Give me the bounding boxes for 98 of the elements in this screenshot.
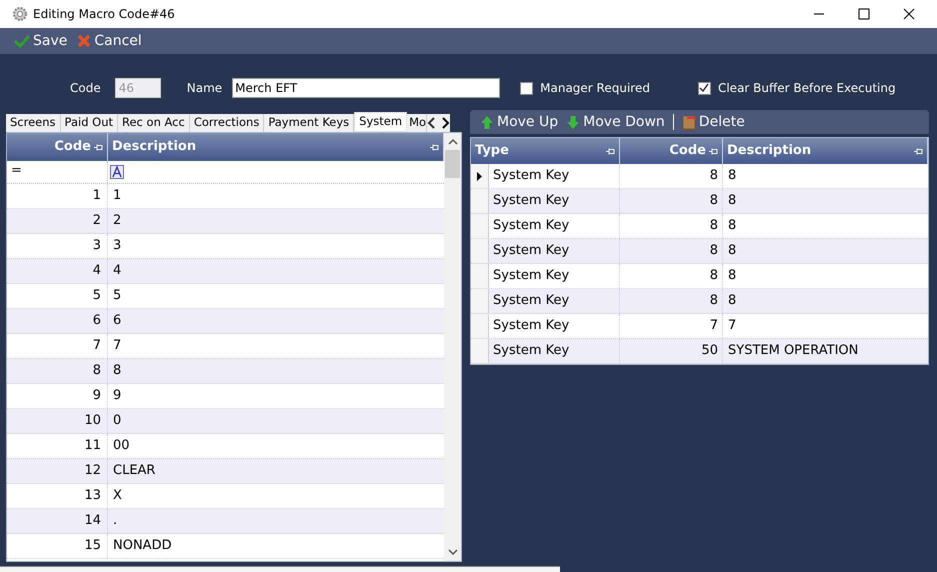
arrow-down-icon bbox=[566, 114, 580, 130]
table-cell-text: 1 bbox=[112, 187, 122, 205]
table-cell: 8 bbox=[620, 189, 723, 213]
table-cell-text: 8 bbox=[727, 267, 738, 285]
table-cell-text: 8 bbox=[727, 192, 738, 210]
tab-scroll-left-icon[interactable] bbox=[427, 117, 438, 129]
table-cell-text: 0 bbox=[112, 412, 122, 430]
pin-icon[interactable] bbox=[94, 144, 103, 150]
table-cell: 6 bbox=[7, 309, 108, 333]
table-cell: 7 bbox=[620, 314, 723, 338]
window-title: Editing Macro Code#46 bbox=[33, 6, 175, 23]
delete-icon bbox=[682, 114, 696, 130]
move-up-button[interactable]: Move Up bbox=[480, 112, 558, 132]
table-cell: 8 bbox=[620, 239, 723, 263]
table-cell: 4 bbox=[7, 259, 108, 283]
table-cell: System Key bbox=[489, 339, 620, 363]
pin-icon[interactable] bbox=[606, 148, 615, 154]
maximize-icon[interactable] bbox=[858, 8, 870, 20]
tab[interactable]: Rec on Acc bbox=[118, 114, 190, 132]
table-cell-text: 6 bbox=[112, 312, 122, 330]
pin-icon[interactable] bbox=[430, 144, 439, 150]
table-cell-text: 00 bbox=[112, 437, 131, 455]
scrollbar[interactable] bbox=[444, 133, 461, 561]
check-icon bbox=[14, 34, 30, 48]
close-icon bbox=[77, 34, 92, 48]
table-cell: 50 bbox=[620, 339, 723, 363]
table-cell-text: 8 bbox=[727, 167, 738, 185]
table-cell-text: 7 bbox=[727, 317, 738, 335]
name-field[interactable]: Merch EFT bbox=[232, 78, 500, 98]
table-cell-text: 5 bbox=[112, 287, 122, 305]
column-header[interactable]: Code bbox=[7, 133, 108, 161]
table-cell: 8 bbox=[7, 359, 108, 383]
table-cell-text: 8 bbox=[112, 362, 122, 380]
row-indicator[interactable] bbox=[471, 164, 489, 188]
table-cell-text: 2 bbox=[112, 212, 122, 230]
close-icon[interactable] bbox=[903, 8, 915, 20]
table-cell-text: 3 bbox=[112, 237, 122, 255]
tab[interactable]: Mo bbox=[407, 114, 428, 132]
tab[interactable]: Corrections bbox=[190, 114, 264, 132]
table-cell: System Key bbox=[489, 189, 620, 213]
delete-button[interactable]: Delete bbox=[682, 112, 745, 132]
table-cell: System Key bbox=[489, 264, 620, 288]
table-cell: System Key bbox=[489, 214, 620, 238]
table-cell: System Key bbox=[489, 289, 620, 313]
table-cell-text: X bbox=[112, 487, 123, 505]
filter-text-icon[interactable] bbox=[110, 165, 124, 179]
table-cell: 11 bbox=[7, 434, 108, 458]
cancel-button[interactable]: Cancel bbox=[77, 30, 142, 52]
table-cell: 10 bbox=[7, 409, 108, 433]
table-cell-text: SYSTEM OPERATION bbox=[727, 342, 860, 360]
table-cell: 7 bbox=[7, 334, 108, 358]
table-cell: 2 bbox=[7, 209, 108, 233]
table-cell: 3 bbox=[7, 234, 108, 258]
tab[interactable]: System bbox=[354, 112, 408, 132]
checkbox[interactable] bbox=[698, 82, 711, 94]
table-cell: 14 bbox=[7, 509, 108, 533]
table-cell-text: 9 bbox=[112, 387, 122, 405]
table-cell: 8 bbox=[620, 289, 723, 313]
table-cell-text: 8 bbox=[727, 217, 738, 235]
gear-icon bbox=[12, 6, 28, 22]
pin-icon[interactable] bbox=[914, 148, 923, 154]
table-cell: 8 bbox=[620, 164, 723, 188]
tab[interactable]: Screens bbox=[6, 114, 61, 132]
current-row-icon bbox=[477, 172, 482, 180]
table-cell: 13 bbox=[7, 484, 108, 508]
table-cell: 5 bbox=[7, 284, 108, 308]
move-down-button[interactable]: Move Down bbox=[566, 112, 665, 132]
table-cell-text: 7 bbox=[112, 337, 122, 355]
table-cell-text: . bbox=[112, 512, 118, 530]
scroll-thumb[interactable] bbox=[445, 150, 460, 178]
table-cell: 8 bbox=[620, 264, 723, 288]
field-label: Code bbox=[70, 80, 101, 97]
table-cell-text: 4 bbox=[112, 262, 122, 280]
tab-scroll-right-icon[interactable] bbox=[440, 117, 450, 129]
checkbox[interactable] bbox=[520, 82, 534, 94]
arrow-up-icon bbox=[480, 114, 494, 130]
scroll-up-icon[interactable] bbox=[448, 137, 458, 147]
table-cell: System Key bbox=[489, 164, 620, 188]
field-label: Name bbox=[186, 80, 222, 97]
table-cell: 12 bbox=[7, 459, 108, 483]
table-cell-text: CLEAR bbox=[112, 462, 156, 480]
pin-icon[interactable] bbox=[709, 148, 718, 154]
table-cell-text: 8 bbox=[727, 242, 738, 260]
table-cell: 8 bbox=[620, 214, 723, 238]
table-cell-text: 8 bbox=[727, 292, 738, 310]
filter-operator[interactable]: = bbox=[7, 161, 27, 183]
checkbox-label: Clear Buffer Before Executing bbox=[718, 80, 896, 97]
table-cell: System Key bbox=[489, 239, 620, 263]
table-cell: 15 bbox=[7, 534, 108, 558]
table-cell: 9 bbox=[7, 384, 108, 408]
scroll-down-icon[interactable] bbox=[448, 547, 458, 557]
table-cell: 1 bbox=[7, 184, 108, 208]
table-cell-text: NONADD bbox=[112, 537, 173, 555]
checkbox-label: Manager Required bbox=[540, 80, 650, 97]
table-cell: System Key bbox=[489, 314, 620, 338]
tab[interactable]: Paid Out bbox=[60, 114, 118, 132]
tab[interactable]: Payment Keys bbox=[264, 114, 354, 132]
save-button[interactable]: Save bbox=[14, 30, 68, 52]
